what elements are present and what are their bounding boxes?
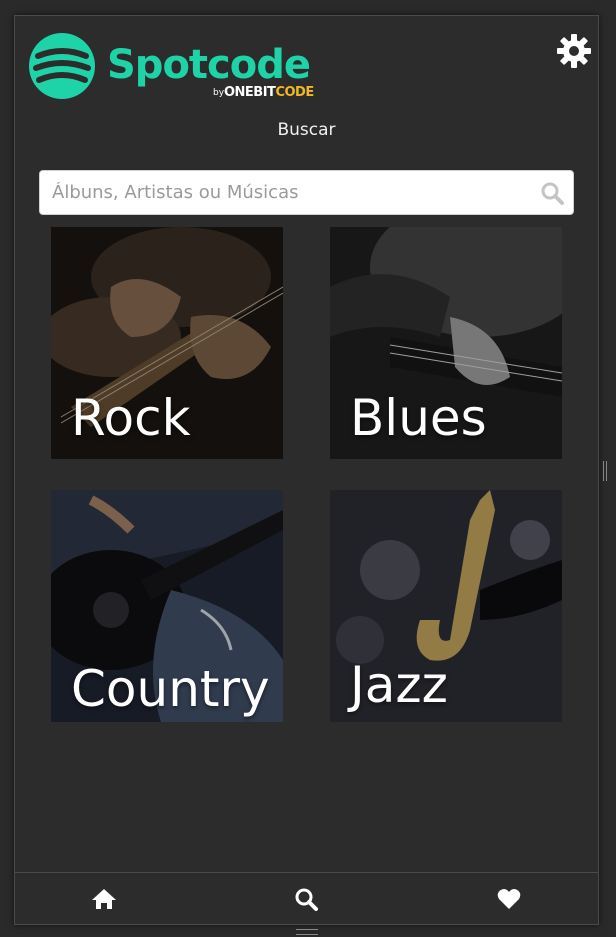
logo-waves-icon — [29, 33, 95, 99]
logo-wordmark: Spotcode — [107, 42, 311, 88]
search-icon[interactable] — [540, 181, 564, 205]
logo-by-text: by — [213, 88, 225, 98]
home-icon — [92, 889, 116, 909]
nav-search[interactable] — [266, 873, 346, 925]
heart-icon — [497, 889, 521, 909]
genre-label-country: Country — [71, 660, 270, 718]
logo-maker-text: ONEBITCODE — [224, 85, 314, 100]
spotcode-logo[interactable]: Spotcode by ONEBITCODE — [28, 32, 314, 104]
genre-label-rock: Rock — [71, 389, 191, 447]
search-icon — [295, 888, 318, 911]
genre-label-blues: Blues — [350, 389, 487, 447]
resize-handle[interactable] — [603, 461, 607, 481]
search-box — [39, 170, 574, 215]
nav-favorites[interactable] — [469, 873, 549, 925]
bottom-nav — [15, 872, 598, 924]
genre-tile-blues[interactable]: Blues — [330, 227, 562, 459]
genre-label-jazz: Jazz — [350, 656, 448, 714]
logo-maker-suffix: CODE — [275, 85, 314, 100]
app-frame: Spotcode by ONEBITCODE Buscar Álbuns, Ar… — [14, 15, 599, 925]
nav-home[interactable] — [64, 873, 144, 925]
genre-tile-jazz[interactable]: Jazz — [330, 490, 562, 722]
genre-tile-country[interactable]: Country — [51, 490, 283, 722]
logo-maker-prefix: ONEBIT — [224, 85, 276, 100]
genre-tile-rock[interactable]: Rock — [51, 227, 283, 459]
search-input[interactable] — [40, 171, 530, 214]
gear-icon[interactable] — [556, 33, 592, 69]
drag-handle[interactable] — [296, 929, 318, 935]
page-title: Buscar — [277, 120, 336, 140]
